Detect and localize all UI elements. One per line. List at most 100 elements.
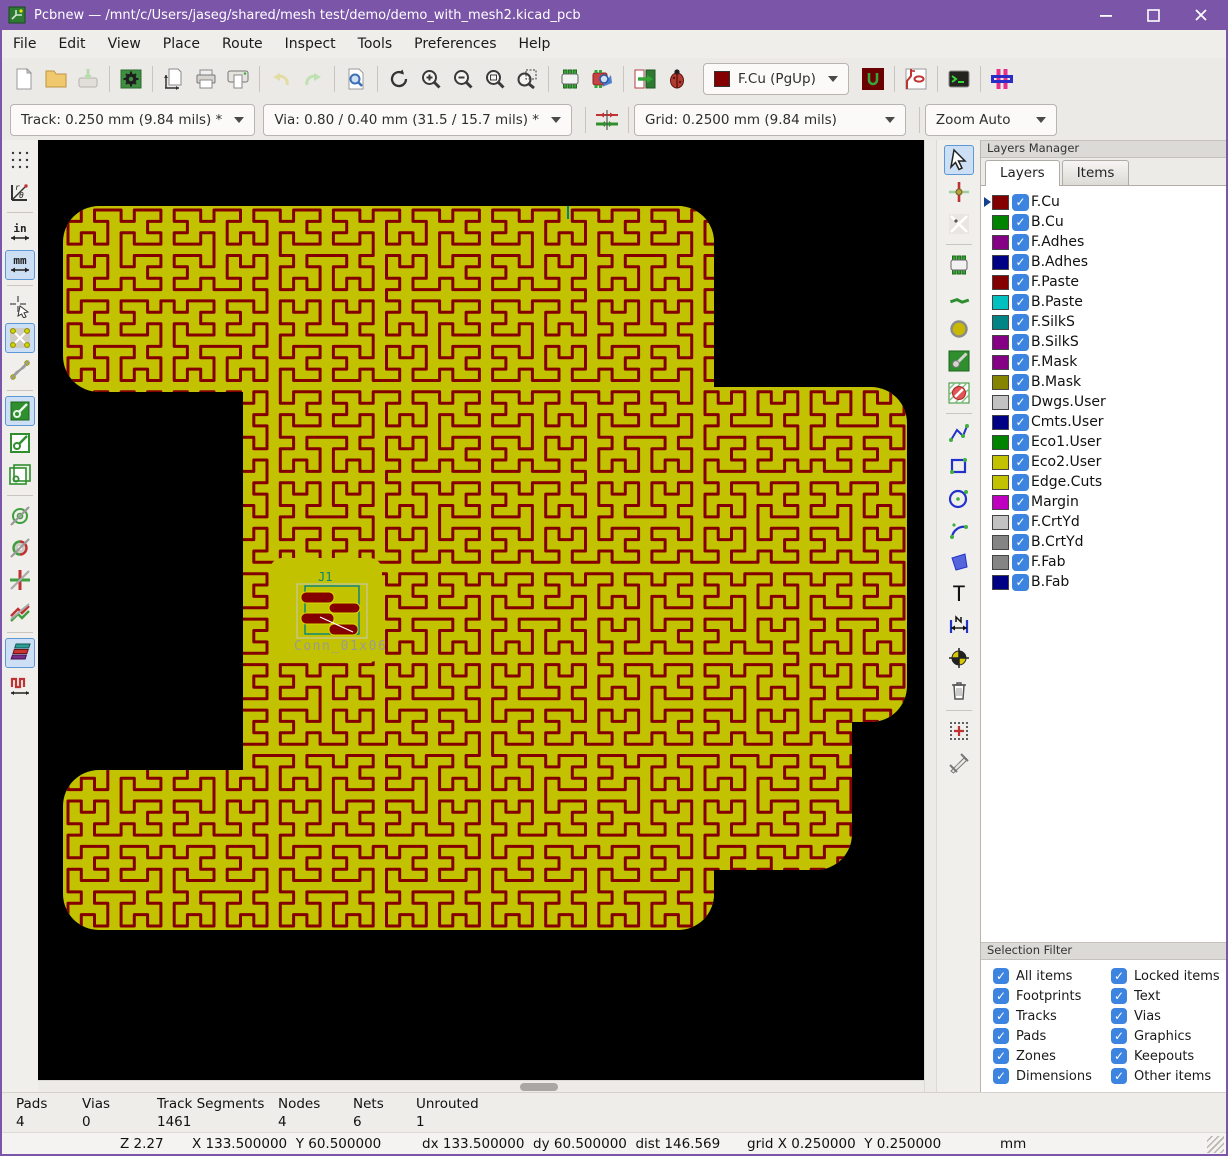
minimize-button[interactable] xyxy=(1100,9,1113,22)
update-pcb-from-schematic-button[interactable] xyxy=(630,64,660,94)
layer-row-F.Fab[interactable]: ✓F.Fab xyxy=(981,552,1227,572)
layer-color-swatch[interactable] xyxy=(992,455,1009,470)
layer-visibility-checkbox[interactable]: ✓ xyxy=(1012,514,1029,531)
layer-visibility-checkbox[interactable]: ✓ xyxy=(1012,214,1029,231)
board-canvas[interactable]: J1 Conn_01x06 xyxy=(38,140,924,1092)
drill-origin-button[interactable] xyxy=(944,716,974,746)
layer-visibility-checkbox[interactable]: ✓ xyxy=(1012,394,1029,411)
zoom-out-button[interactable] xyxy=(448,64,478,94)
units-inches-button[interactable]: in xyxy=(5,218,35,248)
add-footprint-button[interactable] xyxy=(944,250,974,280)
filter-locked-items[interactable]: ✓Locked items xyxy=(1111,968,1227,984)
add-via-button[interactable] xyxy=(944,314,974,344)
open-board-button[interactable] xyxy=(41,64,71,94)
tracks-sketch-button[interactable] xyxy=(5,565,35,595)
board-setup-button[interactable] xyxy=(116,64,146,94)
add-zone-button[interactable] xyxy=(944,346,974,376)
filter-checkbox[interactable]: ✓ xyxy=(1111,1008,1127,1024)
menu-route[interactable]: Route xyxy=(211,32,274,56)
layer-row-F.Adhes[interactable]: ✓F.Adhes xyxy=(981,232,1227,252)
measure-tool-button[interactable] xyxy=(944,748,974,778)
layer-visibility-checkbox[interactable]: ✓ xyxy=(1012,354,1029,371)
layer-visibility-checkbox[interactable]: ✓ xyxy=(1012,254,1029,271)
page-settings-button[interactable] xyxy=(159,64,189,94)
filter-checkbox[interactable]: ✓ xyxy=(1111,1028,1127,1044)
layer-color-swatch[interactable] xyxy=(992,335,1009,350)
scripting-console-button[interactable] xyxy=(944,64,974,94)
layer-row-F.CrtYd[interactable]: ✓F.CrtYd xyxy=(981,512,1227,532)
plot-button[interactable] xyxy=(223,64,253,94)
menu-view[interactable]: View xyxy=(97,32,152,56)
layer-row-Eco1.User[interactable]: ✓Eco1.User xyxy=(981,432,1227,452)
layer-row-B.Fab[interactable]: ✓B.Fab xyxy=(981,572,1227,592)
curved-tracks-button[interactable] xyxy=(5,597,35,627)
zones-filled-button[interactable] xyxy=(5,396,35,426)
filter-text[interactable]: ✓Text xyxy=(1111,988,1227,1004)
layer-row-B.Paste[interactable]: ✓B.Paste xyxy=(981,292,1227,312)
menu-inspect[interactable]: Inspect xyxy=(274,32,347,56)
filter-checkbox[interactable]: ✓ xyxy=(993,1048,1009,1064)
route-tracks-button[interactable] xyxy=(944,282,974,312)
layer-row-Eco2.User[interactable]: ✓Eco2.User xyxy=(981,452,1227,472)
add-keepout-button[interactable] xyxy=(944,378,974,408)
filter-checkbox[interactable]: ✓ xyxy=(993,988,1009,1004)
layer-color-swatch[interactable] xyxy=(992,255,1009,270)
print-button[interactable] xyxy=(191,64,221,94)
maximize-button[interactable] xyxy=(1147,9,1160,22)
draw-rectangle-button[interactable] xyxy=(944,451,974,481)
layer-row-F.Paste[interactable]: ✓F.Paste xyxy=(981,272,1227,292)
layer-visibility-checkbox[interactable]: ✓ xyxy=(1012,294,1029,311)
draw-circle-button[interactable] xyxy=(944,483,974,513)
footprint-editor-button[interactable] xyxy=(555,64,585,94)
filter-checkbox[interactable]: ✓ xyxy=(1111,968,1127,984)
filter-checkbox[interactable]: ✓ xyxy=(993,1028,1009,1044)
grid-visibility-button[interactable] xyxy=(5,145,35,175)
layer-color-swatch[interactable] xyxy=(992,355,1009,370)
filter-checkbox[interactable]: ✓ xyxy=(1111,1048,1127,1064)
layer-color-swatch[interactable] xyxy=(992,215,1009,230)
layer-visibility-checkbox[interactable]: ✓ xyxy=(1012,454,1029,471)
layer-row-Dwgs.User[interactable]: ✓Dwgs.User xyxy=(981,392,1227,412)
layer-row-F.SilkS[interactable]: ✓F.SilkS xyxy=(981,312,1227,332)
menu-tools[interactable]: Tools xyxy=(347,32,404,56)
delete-tool-button[interactable] xyxy=(944,675,974,705)
layer-visibility-checkbox[interactable]: ✓ xyxy=(1012,434,1029,451)
layer-visibility-checkbox[interactable]: ✓ xyxy=(1012,574,1029,591)
layer-color-swatch[interactable] xyxy=(992,575,1009,590)
highlight-net-button[interactable] xyxy=(944,177,974,207)
zoom-fit-button[interactable] xyxy=(480,64,510,94)
layer-color-swatch[interactable] xyxy=(992,495,1009,510)
layer-visibility-checkbox[interactable]: ✓ xyxy=(1012,494,1029,511)
layer-row-F.Mask[interactable]: ✓F.Mask xyxy=(981,352,1227,372)
layer-visibility-checkbox[interactable]: ✓ xyxy=(1012,334,1029,351)
filter-pads[interactable]: ✓Pads xyxy=(993,1028,1111,1044)
layer-color-swatch[interactable] xyxy=(992,375,1009,390)
menu-edit[interactable]: Edit xyxy=(47,32,96,56)
filter-tracks[interactable]: ✓Tracks xyxy=(993,1008,1111,1024)
layer-visibility-checkbox[interactable]: ✓ xyxy=(1012,414,1029,431)
layer-color-swatch[interactable] xyxy=(992,235,1009,250)
local-ratsnest-button[interactable] xyxy=(944,209,974,239)
layer-visibility-checkbox[interactable]: ✓ xyxy=(1012,374,1029,391)
mesh-plugin-button[interactable] xyxy=(987,64,1017,94)
layer-row-F.Cu[interactable]: ✓F.Cu xyxy=(981,192,1227,212)
filter-checkbox[interactable]: ✓ xyxy=(1111,1068,1127,1084)
layer-color-swatch[interactable] xyxy=(992,275,1009,290)
filter-keepouts[interactable]: ✓Keepouts xyxy=(1111,1048,1227,1064)
layer-row-Margin[interactable]: ✓Margin xyxy=(981,492,1227,512)
add-dimension-button[interactable] xyxy=(944,611,974,641)
menu-help[interactable]: Help xyxy=(508,32,562,56)
zones-sketch-button[interactable] xyxy=(5,460,35,490)
router-settings-button[interactable] xyxy=(901,64,931,94)
layers-manager-toggle-button[interactable] xyxy=(5,638,35,668)
tab-layers[interactable]: Layers xyxy=(985,160,1060,186)
layer-color-swatch[interactable] xyxy=(992,295,1009,310)
filter-checkbox[interactable]: ✓ xyxy=(1111,988,1127,1004)
add-text-button[interactable]: T xyxy=(944,579,974,609)
filter-vias[interactable]: ✓Vias xyxy=(1111,1008,1227,1024)
menu-file[interactable]: File xyxy=(2,32,47,56)
tab-items[interactable]: Items xyxy=(1062,160,1130,185)
menu-preferences[interactable]: Preferences xyxy=(403,32,507,56)
layer-color-swatch[interactable] xyxy=(992,555,1009,570)
layer-visibility-checkbox[interactable]: ✓ xyxy=(1012,194,1029,211)
